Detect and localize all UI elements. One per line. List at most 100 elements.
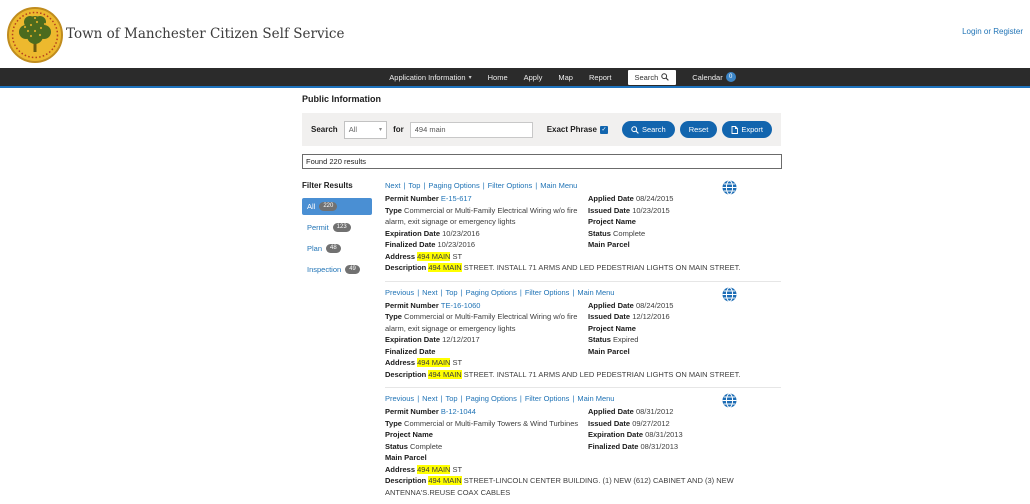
nav-items: Application Information ▾ Home Apply Map Repo… (389, 70, 735, 85)
filter-item-plan[interactable]: Plan48 (302, 240, 372, 257)
map-globe-icon[interactable] (722, 287, 737, 302)
nav-item-label: Application Information (389, 73, 465, 82)
nav-item-label: Calendar (692, 73, 722, 82)
field-value: 10/23/2015 (632, 206, 670, 215)
nav-item-map[interactable]: Map (558, 73, 573, 82)
search-input[interactable] (410, 122, 533, 138)
field-label: Applied Date (588, 301, 636, 310)
nav-item-calendar[interactable]: Calendar0 (692, 72, 735, 82)
field-label: Main Parcel (385, 453, 427, 462)
result-link-filter-options[interactable]: Filter Options (525, 288, 570, 297)
filter-sidebar: Filter Results All 220 Permit123 Plan48 Insp… (302, 175, 385, 504)
search-term-highlight: 494 MAIN (428, 476, 461, 485)
login-register-link[interactable]: Login or Register (962, 27, 1023, 36)
nav-item-home[interactable]: Home (488, 73, 508, 82)
field-value: ST (450, 465, 462, 474)
result-link-paging-options[interactable]: Paging Options (466, 288, 517, 297)
site-title: Town of Manchester Citizen Self Service (66, 26, 344, 42)
field-row: Issued Date 10/23/2015 (588, 205, 781, 217)
field-label: Main Parcel (588, 347, 630, 356)
link-separator: | (441, 394, 443, 403)
filter-heading: Filter Results (302, 181, 385, 190)
field-label: Address (385, 252, 417, 261)
link-separator: | (417, 288, 419, 297)
reset-button[interactable]: Reset (680, 121, 718, 138)
chevron-down-icon: ▾ (469, 74, 472, 81)
result-block: Previous|Next|Top|Paging Options|Filter … (385, 388, 781, 504)
field-value: 08/31/2013 (641, 442, 679, 451)
search-term-highlight: 494 MAIN (417, 358, 450, 367)
search-button[interactable]: Search (622, 121, 675, 138)
permit-number-link[interactable]: TE-16-1060 (441, 301, 481, 310)
page-title: Public Information (302, 94, 781, 104)
exact-phrase-checkbox[interactable]: ✓ (600, 126, 608, 134)
field-label: Status (588, 335, 613, 344)
filter-item-all[interactable]: All 220 (302, 198, 372, 215)
filter-count-badge: 220 (319, 202, 337, 211)
permit-number-link[interactable]: B-12-1044 (441, 407, 476, 416)
field-row: Main Parcel (588, 239, 781, 251)
file-icon (731, 126, 738, 134)
field-label: Description (385, 370, 428, 379)
field-value: 12/12/2017 (442, 335, 480, 344)
result-link-top[interactable]: Top (446, 394, 458, 403)
nav-item-application-information[interactable]: Application Information ▾ (389, 73, 471, 82)
result-link-filter-options[interactable]: Filter Options (525, 394, 570, 403)
nav-item-label: Search (635, 73, 659, 82)
result-link-next[interactable]: Next (422, 394, 437, 403)
filter-count-badge: 49 (345, 265, 360, 274)
field-row: Status Complete (588, 228, 781, 240)
filter-item-label: All (307, 202, 315, 211)
field-label: Type (385, 419, 404, 428)
filter-item-inspection[interactable]: Inspection49 (302, 261, 372, 278)
content-row: Filter Results All 220 Permit123 Plan48 Insp… (302, 175, 781, 504)
link-separator: | (535, 181, 537, 190)
result-link-paging-options[interactable]: Paging Options (466, 394, 517, 403)
result-link-filter-options[interactable]: Filter Options (488, 181, 533, 190)
field-row: Type Commercial or Multi-Family Electric… (385, 205, 588, 228)
nav-item-apply[interactable]: Apply (524, 73, 543, 82)
address-row: Address 494 MAIN ST (385, 357, 781, 369)
header: Town of Manchester Citizen Self Service … (0, 0, 1030, 68)
filter-item-label: Permit (307, 223, 329, 232)
result-link-top[interactable]: Top (446, 288, 458, 297)
result-link-top[interactable]: Top (408, 181, 420, 190)
field-value: Complete (613, 229, 645, 238)
nav-item-label: Home (488, 73, 508, 82)
field-label: Address (385, 465, 417, 474)
description-row: Description 494 MAIN STREET. INSTALL 71 … (385, 262, 781, 274)
for-label: for (393, 125, 404, 134)
exact-phrase-group: Exact Phrase ✓ (547, 125, 608, 134)
search-scope-select[interactable]: All ▾ (344, 121, 387, 139)
filter-item-permit[interactable]: Permit123 (302, 219, 372, 236)
field-value: 08/24/2015 (636, 194, 674, 203)
result-link-paging-options[interactable]: Paging Options (428, 181, 479, 190)
result-link-main-menu[interactable]: Main Menu (577, 394, 614, 403)
field-value: Commercial or Multi-Family Electrical Wi… (385, 312, 577, 333)
field-label: Issued Date (588, 312, 632, 321)
field-value: 08/24/2015 (636, 301, 674, 310)
field-row: Applied Date 08/24/2015 (588, 193, 781, 205)
results-list: Next|Top|Paging Options|Filter Options|M… (385, 175, 781, 504)
nav-item-report[interactable]: Report (589, 73, 612, 82)
town-seal-logo (7, 4, 63, 66)
field-row: Status Complete (385, 441, 588, 453)
results-count: Found 220 results (302, 154, 782, 169)
map-globe-icon[interactable] (722, 393, 737, 408)
result-link-main-menu[interactable]: Main Menu (577, 288, 614, 297)
field-row: Expiration Date 10/23/2016 (385, 228, 588, 240)
result-link-main-menu[interactable]: Main Menu (540, 181, 577, 190)
link-separator: | (461, 288, 463, 297)
nav-item-search[interactable]: Search (628, 70, 677, 85)
export-button[interactable]: Export (722, 121, 772, 138)
result-link-next[interactable]: Next (385, 181, 400, 190)
field-label: Permit Number (385, 301, 441, 310)
result-link-next[interactable]: Next (422, 288, 437, 297)
map-globe-icon[interactable] (722, 180, 737, 195)
result-link-previous[interactable]: Previous (385, 288, 414, 297)
field-row: Status Expired (588, 334, 781, 346)
field-row: Expiration Date 08/31/2013 (588, 429, 781, 441)
field-row: Applied Date 08/24/2015 (588, 300, 781, 312)
permit-number-link[interactable]: E-15-617 (441, 194, 472, 203)
result-link-previous[interactable]: Previous (385, 394, 414, 403)
